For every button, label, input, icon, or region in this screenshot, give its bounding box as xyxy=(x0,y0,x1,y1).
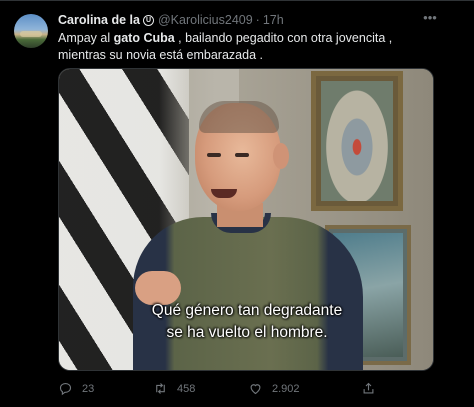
tweet-actions: 23 458 2.902 xyxy=(58,381,438,399)
subtitle-line-2: se ha vuelto el hombre. xyxy=(166,324,328,341)
tweet-header: Carolina de la U @Karolicius2409 · 17h xyxy=(58,12,284,28)
more-options-button[interactable]: ••• xyxy=(422,10,438,26)
tweet-text-bold: gato Cuba xyxy=(113,31,175,45)
tweet-media-image[interactable]: Qué género tan degradante se ha vuelto e… xyxy=(58,68,434,371)
retweet-count: 458 xyxy=(177,382,196,395)
retweet-button[interactable]: 458 xyxy=(153,381,195,396)
author-name[interactable]: Carolina de la xyxy=(58,13,140,27)
heart-icon xyxy=(250,384,261,395)
author-handle[interactable]: @Karolicius2409 xyxy=(158,13,253,27)
share-icon xyxy=(363,382,374,394)
more-horizontal-icon: ••• xyxy=(423,10,437,25)
like-count: 2.902 xyxy=(272,382,300,395)
reply-icon xyxy=(59,382,72,396)
tweet-card[interactable]: Carolina de la U @Karolicius2409 · 17h •… xyxy=(0,0,474,407)
retweet-icon xyxy=(156,383,165,394)
author-badge-icon: U xyxy=(142,14,154,26)
reply-button[interactable]: 23 xyxy=(58,381,94,396)
tweet-time[interactable]: 17h xyxy=(263,13,284,27)
like-button[interactable]: 2.902 xyxy=(248,381,300,396)
subtitle-line-1: Qué género tan degradante xyxy=(151,302,343,319)
avatar[interactable] xyxy=(14,14,48,48)
tweet-text: Ampay al gato Cuba , bailando pegadito c… xyxy=(58,30,443,64)
reply-count: 23 xyxy=(82,382,95,395)
separator-dot: · xyxy=(255,13,260,27)
share-button[interactable] xyxy=(361,381,376,396)
tweet-text-part: Ampay al xyxy=(58,31,114,45)
